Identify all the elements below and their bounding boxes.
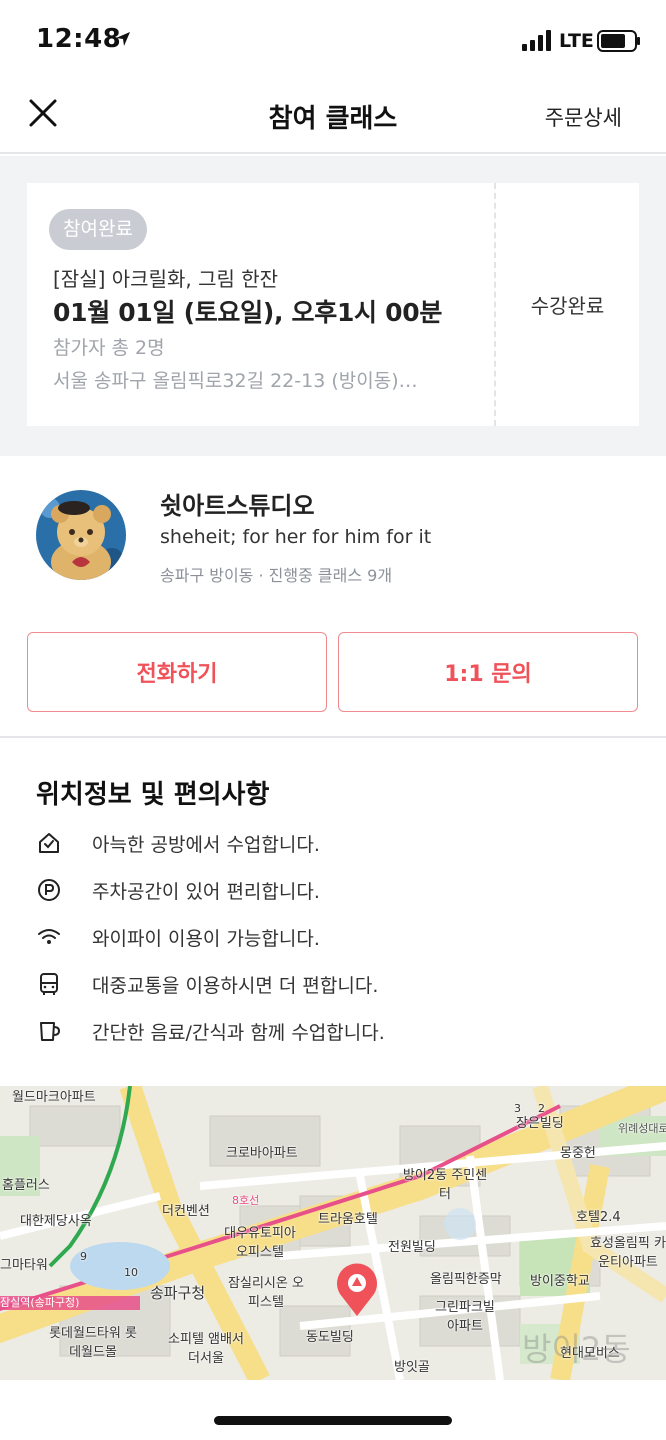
amenity-text: 주차공간이 있어 편리합니다.	[92, 881, 320, 903]
amenities-section: 위치정보 및 편의사항 아늑한 공방에서 수업합니다. 주차공간이 있어 편리합…	[0, 740, 666, 1086]
map-label: 몽중헌	[560, 1146, 596, 1161]
status-badge: 참여완료	[49, 209, 147, 250]
map-label: 롯데월드타워 롯데월드몰	[49, 1326, 137, 1360]
map-label: 호텔2.4	[576, 1210, 621, 1225]
map-label: 동도빌딩	[306, 1330, 354, 1345]
wifi-icon	[38, 929, 60, 944]
map-label: 그마타워	[0, 1258, 48, 1273]
studio-meta: 송파구 방이동 · 진행중 클래스 9개	[160, 566, 393, 585]
map-label: 10	[124, 1266, 138, 1279]
map-label: 트라움호텔	[318, 1212, 378, 1227]
class-address: 서울 송파구 올림픽로32길 22-13 (방이동)…	[53, 370, 418, 392]
booking-section: 참여완료 [잠실] 아크릴화, 그림 한잔 01월 01일 (토요일), 오후1…	[0, 156, 666, 456]
map-label: 대한제당사옥	[20, 1214, 92, 1229]
class-name: [잠실] 아크릴화, 그림 한잔	[53, 267, 279, 291]
map-label: 9	[80, 1250, 87, 1263]
map-label: 2	[538, 1102, 545, 1115]
status-time: 12:48	[36, 24, 122, 54]
booking-card[interactable]: 참여완료 [잠실] 아크릴화, 그림 한잔 01월 01일 (토요일), 오후1…	[27, 183, 639, 426]
nav-bar: 참여 클래스 주문상세	[0, 82, 666, 154]
bus-icon	[40, 973, 58, 995]
parking-icon	[38, 879, 60, 901]
map-pin-icon[interactable]	[334, 1262, 380, 1318]
inquiry-button[interactable]: 1:1 문의	[338, 632, 638, 712]
studio-section: 쉿아트스튜디오 sheheit; for her for him for it …	[0, 456, 666, 738]
call-button[interactable]: 전화하기	[27, 632, 327, 712]
map-label: 방이2동 주민센터	[402, 1168, 488, 1202]
map-watermark: 방이2동	[522, 1330, 631, 1368]
home-indicator-area	[0, 1380, 666, 1440]
map-label: 3	[514, 1102, 521, 1115]
location-map[interactable]: 월드마크아파트 크로바아파트 장은빌딩 몽중헌 홈플러스 대한제당사옥 더컨벤션…	[0, 1086, 666, 1380]
status-bar: 12:48 LTE	[0, 0, 666, 82]
cup-icon	[40, 1022, 61, 1041]
amenity-item: 대중교통을 이용하시면 더 편합니다.	[36, 969, 636, 999]
map-label: 방잇골	[394, 1360, 430, 1375]
map-label: 위례성대로	[618, 1122, 666, 1135]
location-arrow-icon	[116, 32, 130, 46]
studio-name: 쉿아트스튜디오	[160, 492, 315, 520]
amenity-item: 간단한 음료/간식과 함께 수업합니다.	[36, 1016, 636, 1046]
order-detail-button[interactable]: 주문상세	[545, 102, 622, 132]
map-label: 그린파크빌 아파트	[435, 1300, 495, 1334]
map-label: 홈플러스	[2, 1178, 50, 1193]
amenity-item: 와이파이 이용이 가능합니다.	[36, 922, 636, 952]
bear-image	[36, 490, 126, 580]
amenity-text: 와이파이 이용이 가능합니다.	[92, 928, 320, 950]
home-indicator[interactable]	[214, 1416, 452, 1425]
amenity-item: 아늑한 공방에서 수업합니다.	[36, 828, 636, 858]
map-label: 전원빌딩	[388, 1240, 436, 1255]
amenity-text: 대중교통을 이용하시면 더 편합니다.	[92, 975, 379, 997]
completion-status: 수강완료	[530, 294, 605, 318]
amenity-text: 아늑한 공방에서 수업합니다.	[92, 834, 320, 856]
booking-info: 참여완료 [잠실] 아크릴화, 그림 한잔 01월 01일 (토요일), 오후1…	[27, 183, 494, 426]
map-label: 더컨벤션	[162, 1204, 210, 1219]
amenity-item: 주차공간이 있어 편리합니다.	[36, 875, 636, 905]
map-label: 송파구청	[150, 1284, 206, 1302]
map-label: 방이중학교	[530, 1274, 590, 1289]
map-label: 대우유토피아 오피스텔	[224, 1226, 296, 1260]
studio-slogan: sheheit; for her for him for it	[160, 526, 432, 548]
network-type: LTE	[559, 30, 594, 52]
home-icon	[39, 833, 59, 853]
map-label: 크로바아파트	[226, 1146, 298, 1161]
map-label: 잠실역(송파구청)	[0, 1296, 80, 1309]
map-label: 올림픽한증막	[430, 1272, 502, 1287]
class-datetime: 01월 01일 (토요일), 오후1시 00분	[53, 298, 443, 327]
map-label: 8호선	[232, 1194, 260, 1207]
map-label: 잠실리시온 오피스텔	[228, 1276, 304, 1310]
amenities-title: 위치정보 및 편의사항	[36, 780, 270, 810]
signal-icon	[522, 30, 551, 51]
studio-avatar[interactable]	[36, 490, 126, 580]
amenity-text: 간단한 음료/간식과 함께 수업합니다.	[92, 1022, 385, 1044]
map-label: 소피텔 앰배서더서울	[168, 1332, 244, 1366]
map-label: 효성올림픽 카운티아파트	[590, 1236, 666, 1270]
map-label: 월드마크아파트	[12, 1090, 96, 1105]
participant-count: 참가자 총 2명	[53, 337, 165, 359]
battery-icon	[597, 30, 640, 52]
